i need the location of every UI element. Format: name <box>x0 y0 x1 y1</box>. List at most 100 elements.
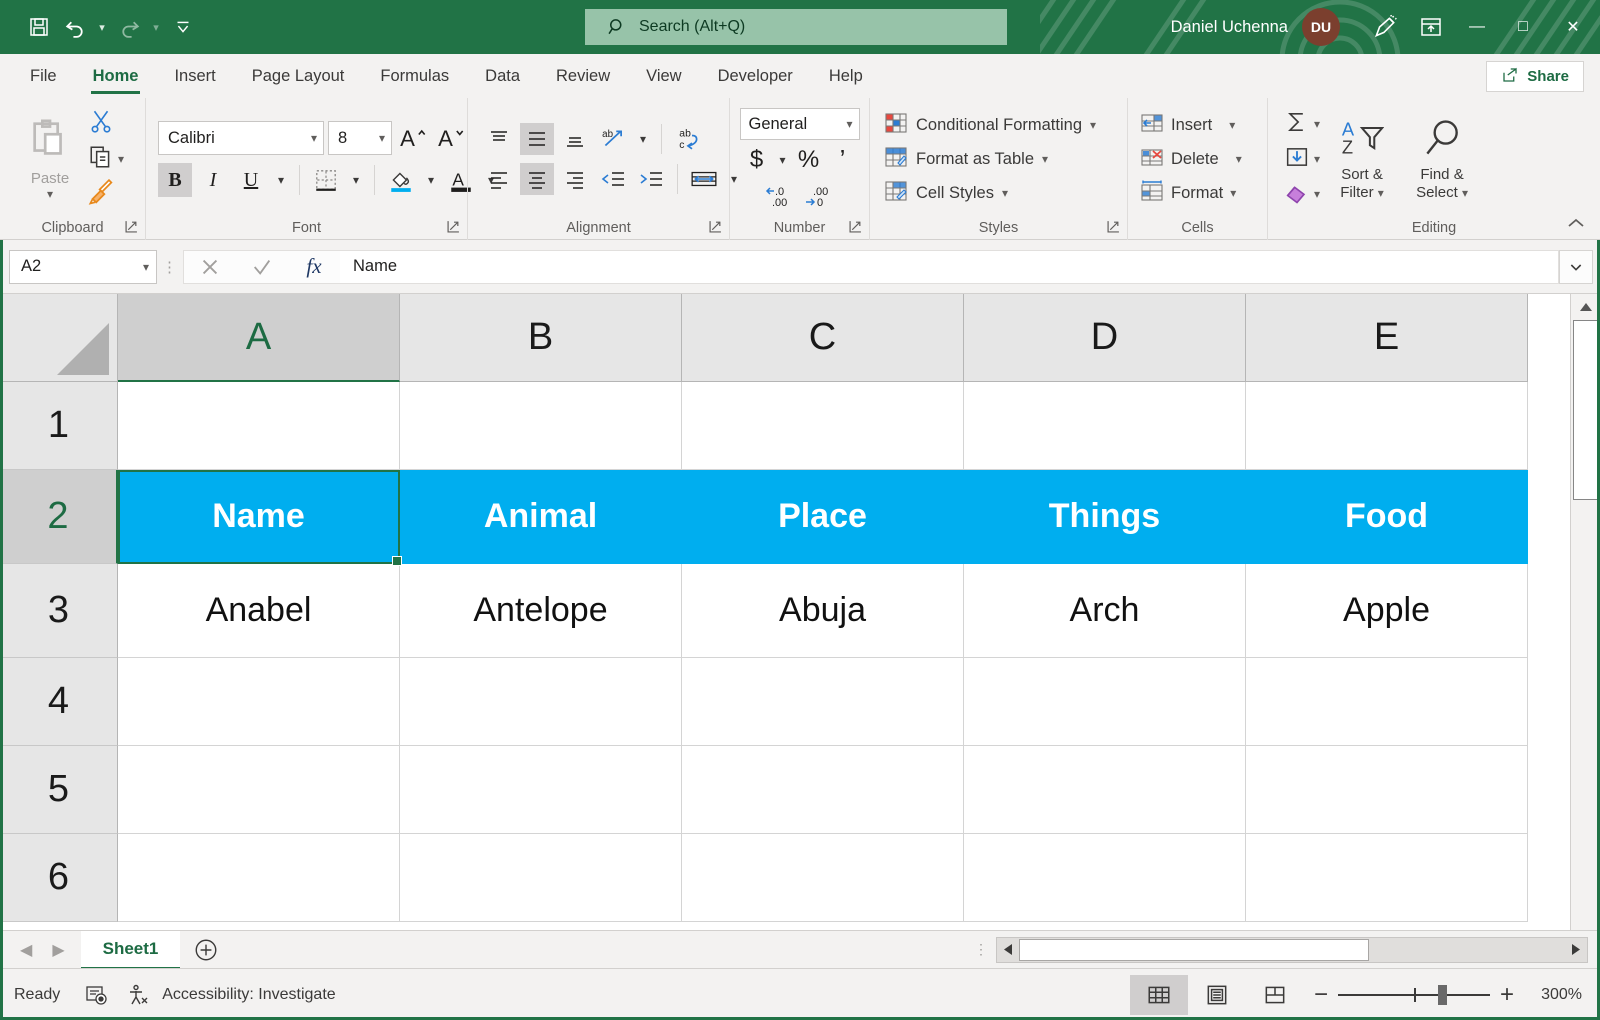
grow-font-button[interactable]: A <box>396 121 430 155</box>
styles-dialog-launcher-icon[interactable] <box>1107 220 1120 237</box>
autosum-chevron-down-icon[interactable]: ▾ <box>1314 117 1320 131</box>
page-break-preview-button[interactable] <box>1246 975 1304 1015</box>
copy-dropdown-icon[interactable]: ▾ <box>118 152 124 166</box>
cell-styles-button[interactable]: Cell Styles ▾ <box>884 177 1096 209</box>
percent-style-button[interactable]: % <box>792 144 826 176</box>
cell-d5[interactable] <box>964 746 1246 834</box>
font-size-input[interactable]: 8 ▾ <box>328 121 392 155</box>
format-as-table-chevron-down-icon[interactable]: ▾ <box>1042 152 1048 166</box>
cell-c2[interactable]: Place <box>682 470 964 564</box>
add-sheet-button[interactable] <box>180 931 232 969</box>
cell-c6[interactable] <box>682 834 964 922</box>
horizontal-scrollbar[interactable] <box>996 937 1588 963</box>
orientation-button[interactable]: ab <box>596 123 630 155</box>
conditional-formatting-chevron-down-icon[interactable]: ▾ <box>1090 118 1096 132</box>
zoom-slider-thumb[interactable] <box>1438 985 1447 1005</box>
row-header-5[interactable]: 5 <box>0 746 118 834</box>
fill-button[interactable]: ▾ <box>1282 142 1320 176</box>
cell-e6[interactable] <box>1246 834 1528 922</box>
borders-chevron-down-icon[interactable]: ▾ <box>347 163 365 197</box>
zoom-out-button[interactable]: − <box>1304 981 1338 1009</box>
vertical-scroll-thumb[interactable] <box>1573 320 1599 500</box>
row-header-6[interactable]: 6 <box>0 834 118 922</box>
tab-view[interactable]: View <box>628 54 699 98</box>
share-button[interactable]: Share <box>1486 61 1584 92</box>
cell-d4[interactable] <box>964 658 1246 746</box>
accounting-format-button[interactable]: $ <box>740 144 774 176</box>
delete-cells-button[interactable]: Delete ▾ <box>1140 143 1242 175</box>
format-as-table-button[interactable]: Format as Table ▾ <box>884 143 1096 175</box>
zoom-level[interactable]: 300% <box>1524 986 1600 1004</box>
cell-d6[interactable] <box>964 834 1246 922</box>
formula-input[interactable]: Name <box>340 250 1559 284</box>
name-box-chevron-down-icon[interactable]: ▾ <box>143 260 149 274</box>
tab-developer[interactable]: Developer <box>700 54 811 98</box>
row-header-1[interactable]: 1 <box>0 382 118 470</box>
cell-b4[interactable] <box>400 658 682 746</box>
fill-chevron-down-icon[interactable]: ▾ <box>1314 152 1320 166</box>
save-icon[interactable] <box>22 9 56 45</box>
cell-c1[interactable] <box>682 382 964 470</box>
cell-e2[interactable]: Food <box>1246 470 1528 564</box>
cell-e3[interactable]: Apple <box>1246 564 1528 658</box>
italic-button[interactable]: I <box>196 163 230 197</box>
increase-decimal-button[interactable]: .0 .00 <box>763 180 797 212</box>
row-header-2[interactable]: 2 <box>0 470 118 564</box>
center-align-button[interactable] <box>520 163 554 195</box>
cell-e4[interactable] <box>1246 658 1528 746</box>
font-name-chevron-down-icon[interactable]: ▾ <box>311 131 317 145</box>
select-all-corner[interactable] <box>0 294 118 382</box>
name-box[interactable]: A2 ▾ <box>9 250 157 284</box>
merge-and-center-button[interactable] <box>687 163 721 195</box>
bottom-align-button[interactable] <box>558 123 592 155</box>
increase-indent-button[interactable] <box>634 163 668 195</box>
zoom-in-button[interactable]: + <box>1490 981 1524 1009</box>
shrink-font-button[interactable]: A <box>434 121 468 155</box>
align-right-button[interactable] <box>558 163 592 195</box>
cell-a2[interactable]: Name <box>118 470 400 564</box>
fill-color-chevron-down-icon[interactable]: ▾ <box>422 163 440 197</box>
undo-icon[interactable] <box>58 9 92 45</box>
column-header-a[interactable]: A <box>118 294 400 382</box>
cell-c3[interactable]: Abuja <box>682 564 964 658</box>
sort-filter-chevron-down-icon[interactable]: ▾ <box>1378 186 1384 200</box>
find-select-chevron-down-icon[interactable]: ▾ <box>1462 186 1468 200</box>
sheet-tab-sheet1[interactable]: Sheet1 <box>81 931 181 969</box>
paste-dropdown-icon[interactable]: ▾ <box>47 187 53 201</box>
align-left-button[interactable] <box>482 163 516 195</box>
cell-a6[interactable] <box>118 834 400 922</box>
conditional-formatting-button[interactable]: Conditional Formatting ▾ <box>884 109 1096 141</box>
tab-formulas[interactable]: Formulas <box>362 54 467 98</box>
format-cells-button[interactable]: Format ▾ <box>1140 177 1242 209</box>
number-dialog-launcher-icon[interactable] <box>849 220 862 237</box>
insert-cells-button[interactable]: Insert ▾ <box>1140 109 1242 141</box>
column-header-e[interactable]: E <box>1246 294 1528 382</box>
minimize-button[interactable]: — <box>1454 0 1500 54</box>
underline-chevron-down-icon[interactable]: ▾ <box>272 163 290 197</box>
tab-help[interactable]: Help <box>811 54 881 98</box>
delete-chevron-down-icon[interactable]: ▾ <box>1236 152 1242 166</box>
redo-dropdown-icon[interactable]: ▾ <box>148 9 164 45</box>
font-dialog-launcher-icon[interactable] <box>447 220 460 237</box>
decrease-decimal-button[interactable]: .00 0 <box>803 180 837 212</box>
cell-d2[interactable]: Things <box>964 470 1246 564</box>
clipboard-dialog-launcher-icon[interactable] <box>125 220 138 237</box>
sort-and-filter-button[interactable]: A Z Sort & Filter ▾ <box>1324 117 1400 201</box>
vertical-scrollbar[interactable] <box>1570 294 1600 930</box>
undo-dropdown-icon[interactable]: ▾ <box>94 9 110 45</box>
cell-a3[interactable]: Anabel <box>118 564 400 658</box>
clear-chevron-down-icon[interactable]: ▾ <box>1314 187 1320 201</box>
paste-button[interactable]: Paste ▾ <box>14 117 86 201</box>
number-format-select[interactable]: General ▾ <box>740 108 860 140</box>
account-name[interactable]: Daniel Uchenna <box>1171 18 1288 37</box>
top-align-button[interactable] <box>482 123 516 155</box>
wrap-text-button[interactable]: ab c <box>671 123 713 155</box>
cell-a4[interactable] <box>118 658 400 746</box>
cell-b2[interactable]: Animal <box>400 470 682 564</box>
pen-ink-icon[interactable] <box>1362 7 1408 47</box>
accessibility-status[interactable]: Accessibility: Investigate <box>162 986 335 1004</box>
format-painter-button[interactable] <box>88 178 116 212</box>
number-format-chevron-down-icon[interactable]: ▾ <box>846 117 852 131</box>
middle-align-button[interactable] <box>520 123 554 155</box>
tab-data[interactable]: Data <box>467 54 538 98</box>
